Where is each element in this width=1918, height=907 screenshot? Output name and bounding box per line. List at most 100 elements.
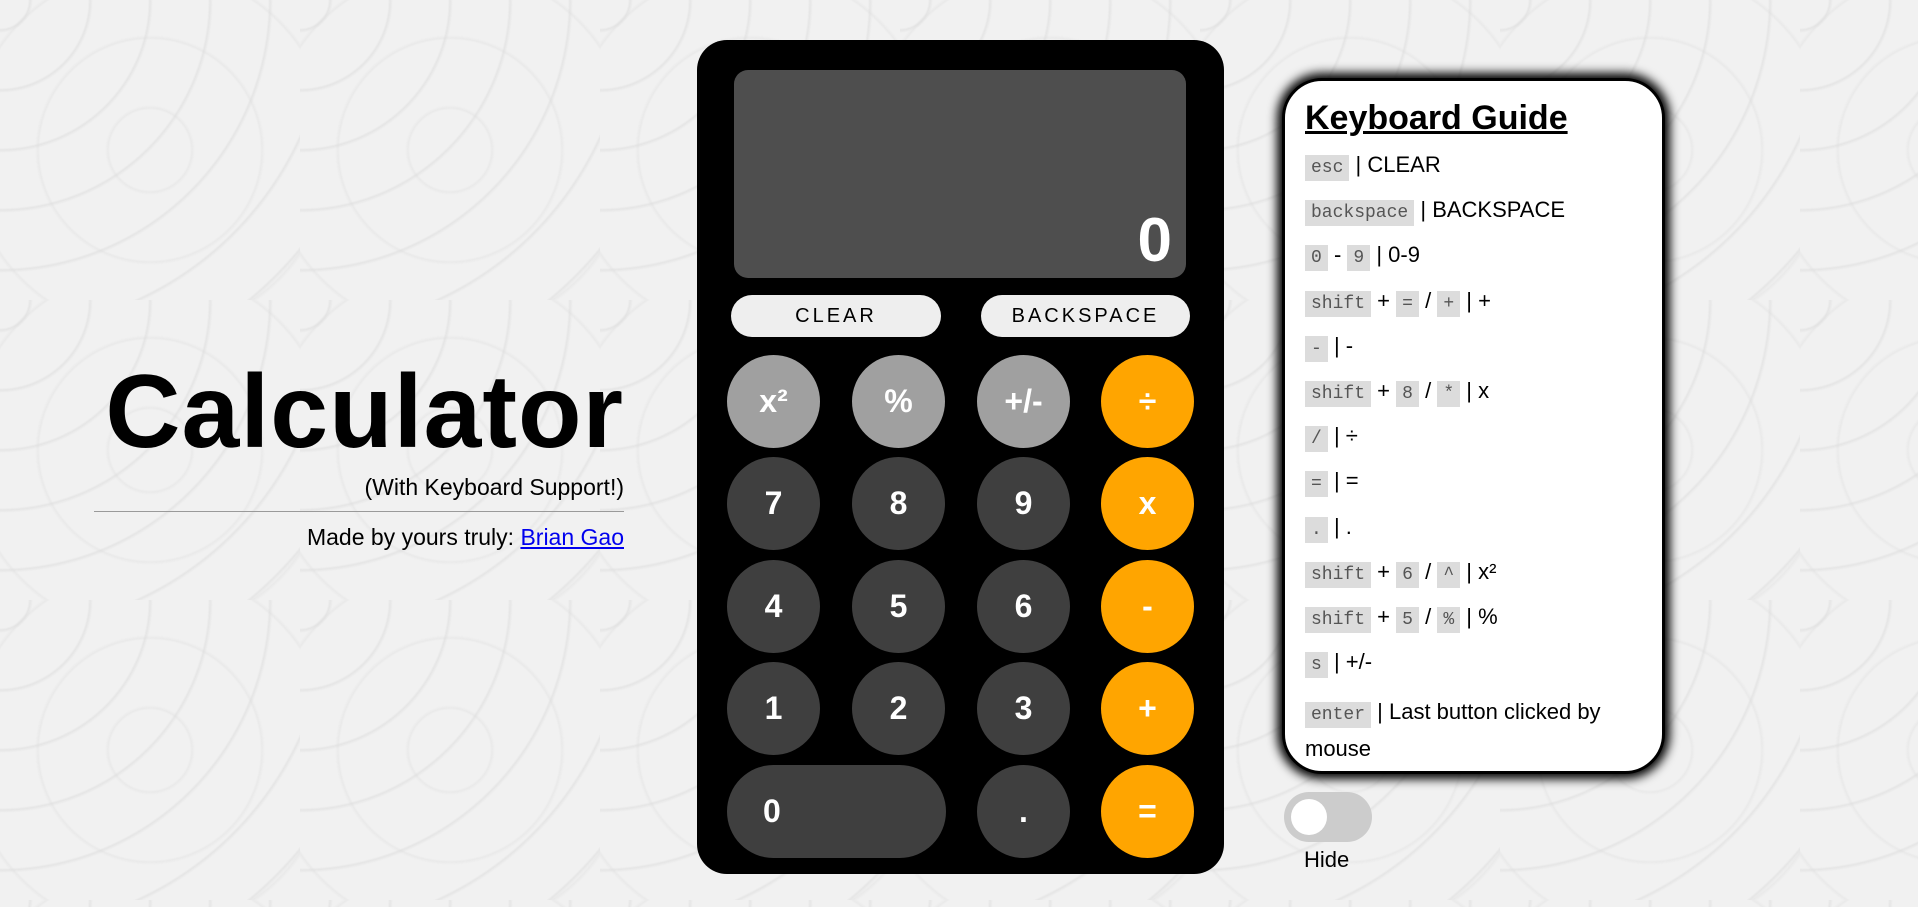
multiply-button[interactable]: x bbox=[1101, 457, 1194, 550]
display-screen: 0 bbox=[734, 70, 1186, 278]
guide-row: - | - bbox=[1305, 331, 1642, 362]
guide-row: enter | Last button clicked by mouse bbox=[1305, 694, 1642, 767]
digit-6-button[interactable]: 6 bbox=[977, 560, 1070, 653]
guide-separator: | bbox=[1333, 468, 1340, 494]
page-title: Calculator bbox=[105, 354, 624, 470]
guide-joiner: / bbox=[1425, 287, 1432, 313]
guide-key: enter bbox=[1305, 702, 1372, 729]
guide-key: ^ bbox=[1437, 561, 1461, 588]
backspace-button[interactable]: BACKSPACE bbox=[981, 295, 1190, 337]
add-button[interactable]: + bbox=[1101, 662, 1194, 755]
guide-row: shift + 5 / % | % bbox=[1305, 602, 1642, 633]
digit-5-button[interactable]: 5 bbox=[852, 560, 945, 653]
guide-key: esc bbox=[1305, 155, 1350, 181]
guide-separator: | bbox=[1420, 197, 1427, 223]
guide-action: x bbox=[1478, 377, 1490, 403]
guide-key: 8 bbox=[1396, 380, 1419, 407]
guide-key: 0 bbox=[1305, 245, 1328, 272]
divide-button[interactable]: ÷ bbox=[1101, 355, 1194, 448]
guide-key: - bbox=[1305, 335, 1328, 362]
digit-8-button[interactable]: 8 bbox=[852, 457, 945, 550]
guide-key: % bbox=[1437, 606, 1461, 633]
guide-key: shift bbox=[1305, 561, 1372, 588]
guide-key: / bbox=[1305, 426, 1328, 453]
clear-button[interactable]: CLEAR bbox=[731, 295, 941, 337]
digit-2-button[interactable]: 2 bbox=[852, 662, 945, 755]
credit-prefix: Made by yours truly: bbox=[306, 524, 521, 550]
guide-separator: | bbox=[1466, 287, 1472, 313]
toggle-label: Hide bbox=[1304, 847, 1350, 872]
guide-action: - bbox=[1345, 332, 1354, 358]
digit-4-button[interactable]: 4 bbox=[727, 560, 820, 653]
guide-action: 0-9 bbox=[1388, 242, 1420, 268]
guide-key: = bbox=[1396, 290, 1419, 317]
guide-action: ÷ bbox=[1345, 423, 1358, 449]
digit-3-button[interactable]: 3 bbox=[977, 662, 1070, 755]
guide-joiner: - bbox=[1333, 242, 1342, 268]
guide-title: Keyboard Guide bbox=[1305, 99, 1568, 137]
guide-separator: | bbox=[1466, 603, 1472, 629]
divider bbox=[94, 511, 624, 512]
square-button[interactable]: x² bbox=[727, 355, 820, 448]
guide-key: 9 bbox=[1347, 245, 1371, 272]
guide-row: shift + 8 / * | x bbox=[1305, 376, 1642, 407]
guide-row: shift + = / + | + bbox=[1305, 286, 1642, 317]
guide-row: backspace | BACKSPACE bbox=[1305, 195, 1642, 227]
guide-key: 5 bbox=[1396, 606, 1419, 633]
guide-action: BACKSPACE bbox=[1432, 197, 1566, 223]
guide-joiner: / bbox=[1425, 558, 1432, 584]
guide-key: backspace bbox=[1305, 200, 1415, 227]
digit-7-button[interactable]: 7 bbox=[727, 457, 820, 550]
guide-key: shift bbox=[1305, 606, 1372, 633]
guide-row: = | = bbox=[1305, 466, 1642, 498]
negate-button[interactable]: +/- bbox=[977, 355, 1070, 448]
guide-key: * bbox=[1437, 380, 1461, 407]
guide-action: CLEAR bbox=[1367, 152, 1441, 177]
digit-9-button[interactable]: 9 bbox=[977, 457, 1070, 550]
guide-joiner: / bbox=[1425, 603, 1432, 629]
guide-action: +/- bbox=[1345, 649, 1373, 675]
decimal-button[interactable]: . bbox=[977, 765, 1070, 858]
guide-joiner: / bbox=[1425, 377, 1432, 403]
guide-separator: | bbox=[1355, 152, 1362, 177]
page-subtitle: (With Keyboard Support!) bbox=[364, 474, 624, 500]
subtract-button[interactable]: - bbox=[1101, 560, 1194, 653]
guide-key: + bbox=[1437, 290, 1461, 317]
digit-1-button[interactable]: 1 bbox=[727, 662, 820, 755]
guide-joiner: + bbox=[1377, 603, 1390, 629]
title-block: Calculator (With Keyboard Support!) Made… bbox=[94, 360, 624, 551]
credit-line: Made by yours truly: Brian Gao bbox=[94, 524, 624, 551]
guide-separator: | bbox=[1333, 332, 1340, 358]
hide-guide-toggle[interactable] bbox=[1284, 792, 1372, 842]
guide-row: / | ÷ bbox=[1305, 421, 1642, 453]
guide-row: 0 - 9 | 0-9 bbox=[1305, 240, 1642, 272]
guide-key: . bbox=[1305, 516, 1328, 543]
guide-key: s bbox=[1305, 652, 1328, 679]
guide-key: = bbox=[1305, 471, 1328, 498]
guide-action: x² bbox=[1478, 558, 1497, 584]
percent-button[interactable]: % bbox=[852, 355, 945, 448]
guide-separator: | bbox=[1376, 242, 1383, 268]
guide-action: = bbox=[1345, 468, 1359, 494]
guide-key: 6 bbox=[1396, 561, 1419, 588]
toggle-knob bbox=[1291, 799, 1327, 835]
equals-button[interactable]: = bbox=[1101, 765, 1194, 858]
calculator: 0 CLEAR BACKSPACE x² % +/- ÷ 7 8 9 x 4 5… bbox=[697, 40, 1224, 874]
guide-joiner: + bbox=[1377, 377, 1390, 403]
digit-0-button[interactable]: 0 bbox=[727, 765, 946, 858]
guide-key: shift bbox=[1305, 380, 1372, 407]
guide-row: s | +/- bbox=[1305, 647, 1642, 679]
guide-action: + bbox=[1478, 287, 1491, 313]
guide-separator: | bbox=[1333, 649, 1340, 675]
guide-key: shift bbox=[1305, 290, 1372, 317]
guide-action: . bbox=[1345, 513, 1352, 539]
author-link[interactable]: Brian Gao bbox=[520, 524, 624, 550]
guide-joiner: + bbox=[1377, 287, 1390, 313]
guide-action: % bbox=[1478, 603, 1498, 629]
keyboard-guide: Keyboard Guide esc | CLEAR backspace | B… bbox=[1282, 78, 1665, 774]
guide-separator: | bbox=[1466, 558, 1472, 584]
guide-separator: | bbox=[1377, 699, 1383, 725]
guide-separator: | bbox=[1333, 513, 1340, 539]
guide-row: . | . bbox=[1305, 512, 1642, 543]
guide-separator: | bbox=[1466, 377, 1472, 403]
